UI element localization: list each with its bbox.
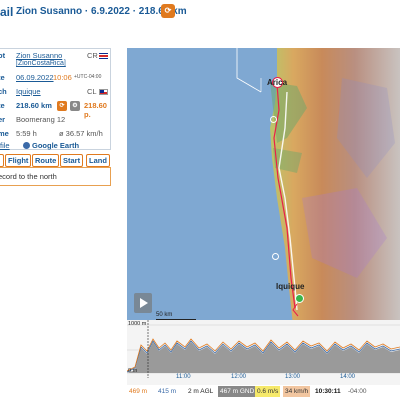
tab-edge	[0, 154, 4, 167]
launch-label: ch	[0, 87, 7, 96]
city-label-iquique: Iquique	[276, 282, 305, 291]
map-scale-label: 50 km	[156, 312, 173, 318]
status-altitude: 469 m	[129, 388, 148, 395]
igc-file-link[interactable]: file	[0, 141, 10, 150]
distance-label: te	[0, 101, 5, 110]
date-label: te	[0, 73, 5, 82]
glider-row: er Boomerang 12	[0, 113, 110, 127]
status-speed: 34 km/h	[283, 386, 311, 397]
altitude-profile-svg	[127, 320, 400, 385]
avg-speed-value: ø 36.57 km/h	[59, 129, 103, 138]
glider-label: er	[0, 115, 6, 124]
tab-route[interactable]: Route	[32, 154, 60, 167]
page-title-fragment: ail	[0, 5, 14, 19]
play-replay-button[interactable]	[134, 293, 152, 313]
tab-start[interactable]: Start	[60, 154, 84, 167]
date-row: te 06.09.2022 10:06 +UTC-04:00	[0, 71, 110, 85]
profile-status-bar: 469 m 415 m 2 m AGL 467 m GND 0.6 m/s 34…	[127, 386, 400, 397]
takeoff-marker-icon[interactable]	[295, 294, 304, 303]
profile-time-4: 14:00	[340, 374, 356, 380]
city-label-arica: Arica	[267, 78, 288, 87]
pilot-label: ot	[0, 51, 6, 60]
flight-comment: ecord to the north	[0, 167, 111, 186]
tab-land[interactable]: Land	[86, 154, 110, 167]
download-links: file Google Earth	[0, 141, 130, 151]
date-link[interactable]: 06.09.2022	[16, 73, 54, 82]
view-tabs: Flight Route Start Land	[0, 154, 118, 167]
duration-row: me 5:59 h ø 36.57 km/h	[0, 127, 110, 141]
google-earth-icon	[23, 142, 30, 149]
status-timezone: -04:00	[348, 388, 367, 395]
tab-flight[interactable]: Flight	[5, 154, 32, 167]
duration-label: me	[0, 129, 9, 138]
status-agl: 2 m AGL	[188, 388, 214, 395]
profile-time-1: 11:00	[176, 374, 191, 380]
chile-flag-icon	[99, 89, 108, 95]
flight-map[interactable]: Arica Iquique	[127, 48, 400, 325]
profile-y-top: 1000 m	[128, 321, 147, 327]
launch-row: ch Iquique CL	[0, 85, 110, 99]
utc-offset: +UTC-04:00	[74, 74, 102, 80]
profile-y-bottom: 0 m	[128, 368, 138, 374]
pilot-row: ot Zion Susanno [ZionCostaRica] CR	[0, 49, 110, 67]
profile-time-3: 13:00	[285, 374, 301, 380]
flight-type-icon: ⟳	[161, 4, 175, 18]
status-altitude-2: 415 m	[158, 388, 177, 395]
flight-details-panel: ot Zion Susanno [ZionCostaRica] CR te 06…	[0, 48, 111, 150]
route-type-icon: ⟳	[57, 101, 67, 111]
profile-time-2: 12:00	[231, 374, 247, 380]
status-ground: 467 m GND	[218, 386, 257, 397]
map-scale: 50 km	[156, 312, 196, 320]
waypoint-marker-icon-2	[272, 253, 279, 260]
status-clock: 10:30:11	[315, 388, 341, 395]
glider-value: Boomerang 12	[16, 115, 66, 124]
status-vario: 0.6 m/s	[255, 386, 281, 397]
scoring-icon: ⚙	[70, 101, 80, 111]
distance-row: te 218.60 km ⟳ ⚙ 218.60 p.	[0, 99, 110, 119]
launch-link[interactable]: Iquique	[16, 87, 41, 96]
pilot-name-link[interactable]: Zion Susanno	[16, 51, 62, 60]
distance-value: 218.60 km	[16, 101, 52, 110]
google-earth-link[interactable]: Google Earth	[32, 141, 79, 150]
altitude-profile[interactable]: 1000 m 0 m	[127, 320, 400, 385]
waypoint-marker-icon	[270, 116, 277, 123]
flight-header: ail Zion Susanno · 6.9.2022 · 218.60 km …	[0, 3, 400, 21]
terrain-map-svg	[127, 48, 400, 325]
pilot-country-code: CR	[87, 51, 98, 60]
pilot-handle-link[interactable]: [ZionCostaRica]	[16, 60, 66, 67]
costa-rica-flag-icon	[99, 53, 108, 59]
launch-country-code: CL	[87, 87, 97, 96]
comment-text: ecord to the north	[0, 172, 57, 181]
duration-value: 5:59 h	[16, 129, 37, 138]
start-time: 10:06	[53, 73, 72, 82]
